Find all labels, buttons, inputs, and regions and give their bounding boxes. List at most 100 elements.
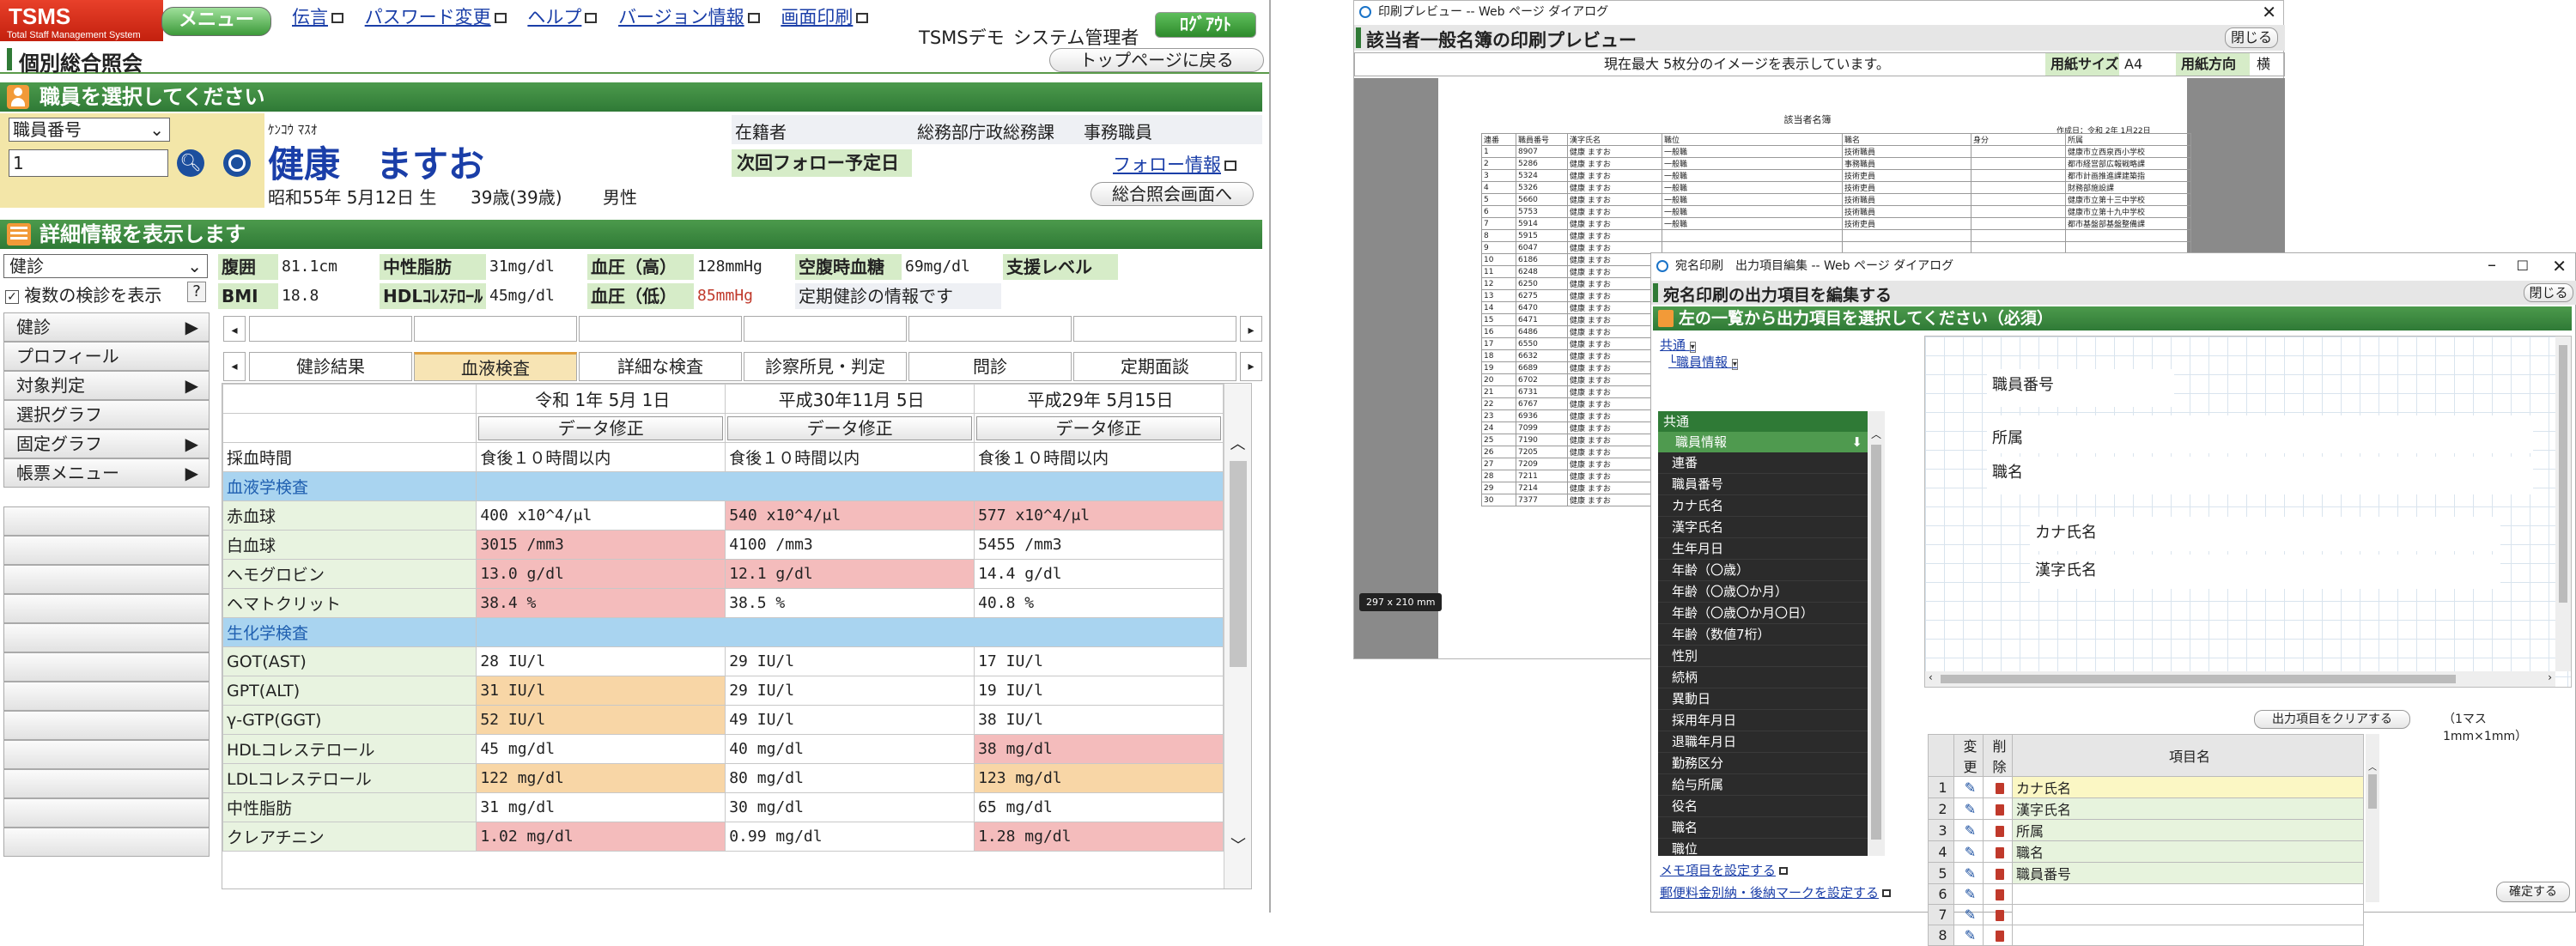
tab-1[interactable]: 健診結果	[249, 352, 412, 381]
pencil-icon[interactable]: ✎	[1965, 886, 1976, 902]
side-menu-item[interactable]: 選択グラフ	[3, 400, 210, 429]
exam-type-select[interactable]: 健診 ⌄	[3, 254, 208, 278]
edit-close-button[interactable]: 閉じる	[2524, 283, 2573, 302]
output-item-name[interactable]: 所属	[2012, 819, 2364, 841]
preview-close-button[interactable]: 閉じる	[2225, 27, 2278, 48]
output-item-option[interactable]: 漢字氏名	[1658, 517, 1868, 538]
output-item-name[interactable]	[2012, 883, 2364, 905]
history-icon-button[interactable]	[223, 149, 251, 177]
output-item-option[interactable]: 職位	[1658, 839, 1868, 856]
menu-button[interactable]: メニュー	[161, 7, 271, 36]
scroll-down-arrow[interactable]: ﹀	[1224, 834, 1251, 856]
trash-icon[interactable]	[1995, 803, 2004, 816]
output-item-option[interactable]: カナ氏名	[1658, 495, 1868, 517]
link-help[interactable]: ヘルプ	[527, 7, 598, 27]
output-item-option[interactable]: 採用年月日	[1658, 710, 1868, 731]
postal-link[interactable]: 郵便料金別納・後納マークを設定する	[1660, 883, 1892, 901]
canvas-field[interactable]: カナ氏名	[2030, 517, 2500, 551]
tab-4[interactable]: 診察所見・判定	[744, 352, 907, 381]
scroll-right-arrow[interactable]: ›	[2548, 671, 2552, 683]
common-dropdown[interactable]: 共通 ▾	[1660, 336, 1696, 354]
link-print[interactable]: 画面印刷	[781, 7, 869, 27]
pencil-icon[interactable]: ✎	[1965, 927, 1976, 943]
output-item-option[interactable]: 年齢（〇歳）	[1658, 560, 1868, 581]
pencil-icon[interactable]: ✎	[1965, 907, 1976, 923]
side-menu-item[interactable]: 固定グラフ ▶	[3, 429, 210, 458]
item-list-subheader[interactable]: 職員情報 ⬇	[1658, 432, 1868, 452]
canvas-field[interactable]: 職員番号	[1987, 369, 2174, 407]
canvas-v-scrollbar[interactable]	[2555, 337, 2571, 671]
data-edit-button[interactable]: データ修正	[727, 415, 973, 440]
output-item-option[interactable]: 異動日	[1658, 688, 1868, 710]
trash-icon[interactable]	[1995, 931, 2004, 942]
canvas-h-scrollbar[interactable]: ‹ ›	[1925, 671, 2555, 687]
multi-exam-checkbox-row[interactable]: ✓ 複数の検診を表示	[5, 282, 161, 306]
output-item-option[interactable]: 年齢（数値7桁）	[1658, 624, 1868, 646]
close-icon[interactable]: ✕	[2552, 253, 2567, 279]
search-icon-button[interactable]: 🔍︎	[177, 149, 204, 177]
tab-3[interactable]: 詳細な検査	[579, 352, 742, 381]
side-menu-item[interactable]: 対象判定 ▶	[3, 371, 210, 400]
search-type-select[interactable]: 職員番号 ⌄	[9, 118, 170, 142]
output-item-name[interactable]: 職名	[2012, 840, 2364, 863]
memo-link[interactable]: メモ項目を設定する	[1660, 861, 1789, 879]
output-item-option[interactable]: 退職年月日	[1658, 731, 1868, 753]
scroll-thumb[interactable]	[1941, 675, 2456, 683]
output-item-option[interactable]: 職員番号	[1658, 474, 1868, 495]
scroll-up-arrow[interactable]: ︿	[1224, 432, 1251, 454]
trash-icon[interactable]	[1995, 825, 2004, 837]
output-item-option[interactable]: 生年月日	[1658, 538, 1868, 560]
data-edit-button[interactable]: データ修正	[478, 415, 724, 440]
info-dropdown[interactable]: └職員情報 ▾	[1668, 353, 1738, 371]
scroll-thumb[interactable]	[1229, 461, 1247, 667]
output-item-option[interactable]: 給与所属	[1658, 774, 1868, 796]
overall-view-button[interactable]: 総合照会画面へ	[1091, 182, 1254, 206]
canvas-field[interactable]: 職名	[1987, 457, 2533, 494]
vertical-scrollbar[interactable]: ︿ ﹀	[1224, 384, 1251, 888]
output-item-option[interactable]: 年齢（〇歳〇か月〇日）	[1658, 603, 1868, 624]
help-icon[interactable]: ?	[187, 282, 206, 302]
scroll-up-arrow[interactable]: ︿	[2366, 760, 2379, 773]
output-item-option[interactable]: 勤務区分	[1658, 753, 1868, 774]
output-item-name[interactable]: 漢字氏名	[2012, 797, 2364, 820]
close-icon[interactable]: ✕	[2262, 1, 2276, 23]
logout-button[interactable]: ﾛｸﾞｱｳﾄ	[1155, 12, 1256, 38]
output-item-name[interactable]	[2012, 904, 2364, 925]
side-menu-item[interactable]: 健診 ▶	[3, 312, 210, 342]
output-item-name[interactable]: カナ氏名	[2012, 776, 2364, 798]
trash-icon[interactable]	[1995, 910, 2004, 921]
scroll-left-arrow[interactable]: ◂	[223, 316, 246, 342]
link-version[interactable]: バージョン情報	[618, 7, 760, 27]
scroll-up-arrow[interactable]: ︿	[1868, 427, 1885, 441]
scroll-thumb[interactable]	[2559, 345, 2567, 603]
output-item-option[interactable]: 役名	[1658, 796, 1868, 817]
canvas-field[interactable]: 漢字氏名	[2030, 555, 2500, 589]
pencil-icon[interactable]: ✎	[1965, 801, 1976, 817]
data-edit-button[interactable]: データ修正	[976, 415, 1221, 440]
top-page-button[interactable]: トップページに戻る	[1049, 48, 1264, 72]
scroll-left-arrow[interactable]: ◂	[223, 352, 246, 381]
follow-link[interactable]: フォロー情報	[1113, 151, 1236, 177]
tab-5[interactable]: 問診	[908, 352, 1072, 381]
item-list-scrollbar[interactable]: ︿	[1868, 411, 1885, 856]
trash-icon[interactable]	[1995, 782, 2004, 794]
tab-6[interactable]: 定期面談	[1073, 352, 1236, 381]
checkbox[interactable]: ✓	[5, 289, 19, 304]
layout-canvas[interactable]: 職員番号 所属 職名 カナ氏名 漢字氏名 ‹ ›	[1924, 336, 2572, 688]
output-item-option[interactable]: 性別	[1658, 646, 1868, 667]
output-item-name[interactable]: 職員番号	[2012, 862, 2364, 884]
pencil-icon[interactable]: ✎	[1965, 865, 1976, 882]
scroll-right-arrow[interactable]: ▸	[1240, 316, 1262, 342]
output-item-option[interactable]: 連番	[1658, 452, 1868, 474]
link-message[interactable]: 伝言	[292, 7, 343, 27]
tab-2[interactable]: 血液検査	[414, 352, 577, 381]
minimize-icon[interactable]: –	[2488, 252, 2496, 277]
output-item-option[interactable]: 年齢（〇歳〇か月）	[1658, 581, 1868, 603]
confirm-button[interactable]: 確定する	[2496, 882, 2570, 902]
link-password[interactable]: パスワード変更	[365, 7, 507, 27]
scroll-left-arrow[interactable]: ‹	[1929, 671, 1933, 683]
trash-icon[interactable]	[1995, 846, 2004, 858]
scroll-right-arrow[interactable]: ▸	[1240, 352, 1262, 381]
item-list-header[interactable]: 共通⬇	[1658, 411, 1885, 432]
canvas-field[interactable]: 所属	[1987, 415, 2533, 453]
